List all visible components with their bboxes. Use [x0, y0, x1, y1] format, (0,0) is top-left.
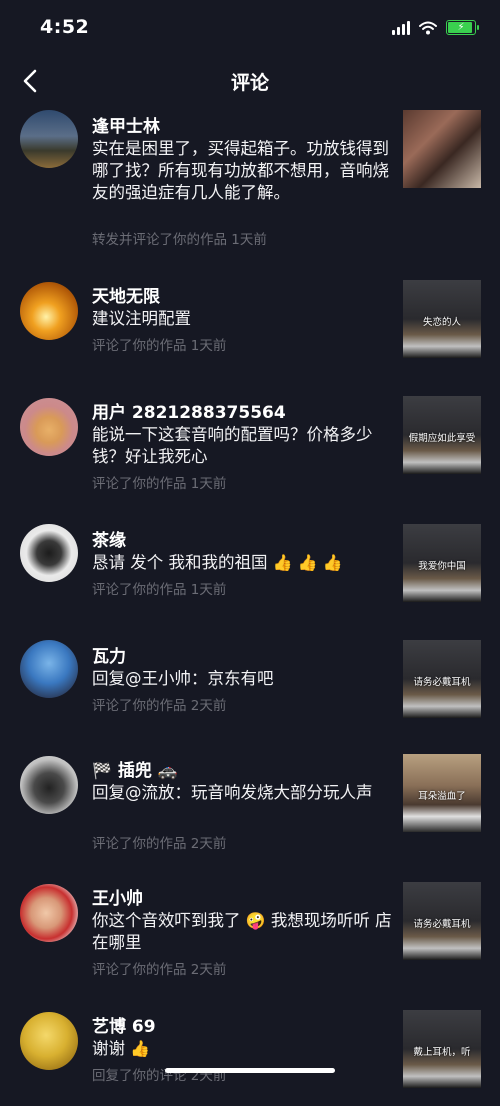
- video-thumbnail[interactable]: 耳朵溢血了: [403, 754, 481, 832]
- video-thumbnail[interactable]: [403, 110, 481, 188]
- username[interactable]: 逢甲士林: [92, 112, 160, 137]
- thumbs-up-icon: 👍: [130, 1039, 151, 1058]
- list-item[interactable]: 瓦力 回复@王小帅：京东有吧 评论了你的作品 2天前 请务必戴耳机: [0, 624, 500, 740]
- status-bar: 4:52 ⚡: [0, 0, 500, 58]
- list-item[interactable]: 茶缘 恳请 发个 我和我的祖国 👍 👍 👍 评论了你的作品 1天前 我爱你中国: [0, 508, 500, 624]
- video-thumbnail[interactable]: 请务必戴耳机: [403, 882, 481, 960]
- comment-text: 恳请 发个 我和我的祖国 👍 👍 👍: [92, 553, 343, 572]
- comment-text: 回复@王小帅：京东有吧: [92, 669, 274, 688]
- list-item[interactable]: 天地无限 建议注明配置 评论了你的作品 1天前 失恋的人: [0, 266, 500, 382]
- home-indicator[interactable]: [165, 1068, 335, 1073]
- comment-text: 回复@流放：玩音响发烧大部分玩人声: [92, 783, 373, 802]
- video-thumbnail[interactable]: 请务必戴耳机: [403, 640, 481, 718]
- header: 评论: [0, 58, 500, 104]
- thumbs-up-icon: 👍 👍 👍: [272, 553, 343, 572]
- avatar[interactable]: [20, 524, 78, 582]
- list-item[interactable]: 🏁 插兜 🚓 回复@流放：玩音响发烧大部分玩人声 评论了你的作品 2天前 耳朵溢…: [0, 740, 500, 868]
- list-item[interactable]: 艺博 69 谢谢 👍 回复了你的评论 2天前 戴上耳机，听: [0, 996, 500, 1106]
- video-thumbnail[interactable]: 假期应如此享受: [403, 396, 481, 474]
- page-title: 评论: [230, 72, 269, 94]
- username[interactable]: 天地无限: [92, 282, 160, 307]
- username[interactable]: 瓦力: [92, 642, 126, 667]
- comment-text: 谢谢 👍: [92, 1039, 151, 1058]
- avatar[interactable]: [20, 282, 78, 340]
- video-thumbnail[interactable]: 失恋的人: [403, 280, 481, 358]
- video-thumbnail[interactable]: 我爱你中国: [403, 524, 481, 602]
- comment-text: 实在是困里了，买得起箱子。功放钱得到哪了找？所有现有功放都不想用，音响烧友的强迫…: [92, 139, 389, 202]
- comment-meta: 评论了你的作品 1天前: [92, 338, 227, 354]
- username[interactable]: 🏁 插兜 🚓: [92, 756, 178, 781]
- avatar[interactable]: [20, 398, 78, 456]
- username[interactable]: 茶缘: [92, 526, 126, 551]
- avatar[interactable]: [20, 884, 78, 942]
- signal-icon: [392, 20, 410, 35]
- list-item[interactable]: 王小帅 你这个音效吓到我了 🤪 我想现场听听 店在哪里 评论了你的作品 2天前 …: [0, 868, 500, 996]
- username[interactable]: 用户 2821288375564: [92, 398, 286, 423]
- comment-meta: 转发并评论了你的作品 1天前: [92, 232, 267, 248]
- wifi-icon: [419, 21, 437, 34]
- username[interactable]: 艺博 69: [92, 1012, 156, 1037]
- list-item[interactable]: 逢甲士林 实在是困里了，买得起箱子。功放钱得到哪了找？所有现有功放都不想用，音响…: [0, 104, 500, 266]
- avatar[interactable]: [20, 110, 78, 168]
- list-item[interactable]: 用户 2821288375564 能说一下这套音响的配置吗？价格多少钱？好让我死…: [0, 382, 500, 508]
- comment-meta: 评论了你的作品 1天前: [92, 476, 227, 492]
- comment-text: 建议注明配置: [92, 309, 191, 328]
- comment-meta: 回复了你的评论 2天前: [92, 1068, 227, 1084]
- comment-list[interactable]: 逢甲士林 实在是困里了，买得起箱子。功放钱得到哪了找？所有现有功放都不想用，音响…: [0, 104, 500, 1106]
- avatar[interactable]: [20, 640, 78, 698]
- comment-text: 能说一下这套音响的配置吗？价格多少钱？好让我死心: [92, 425, 373, 466]
- video-thumbnail[interactable]: 戴上耳机，听: [403, 1010, 481, 1088]
- avatar[interactable]: [20, 756, 78, 814]
- checkered-flag-icon: 🏁: [92, 761, 112, 780]
- battery-icon: ⚡: [446, 20, 479, 35]
- comment-meta: 评论了你的作品 2天前: [92, 962, 227, 978]
- username[interactable]: 王小帅: [92, 884, 143, 909]
- avatar[interactable]: [20, 1012, 78, 1070]
- status-icons: ⚡: [392, 20, 479, 35]
- crazy-face-icon: 🤪: [245, 911, 266, 930]
- status-time: 4:52: [40, 16, 90, 38]
- comment-meta: 评论了你的作品 2天前: [92, 836, 227, 852]
- comment-meta: 评论了你的作品 1天前: [92, 582, 227, 598]
- police-car-icon: 🚓: [157, 761, 178, 780]
- comment-text: 你这个音效吓到我了 🤪 我想现场听听 店在哪里: [92, 911, 392, 952]
- comment-meta: 评论了你的作品 2天前: [92, 698, 227, 714]
